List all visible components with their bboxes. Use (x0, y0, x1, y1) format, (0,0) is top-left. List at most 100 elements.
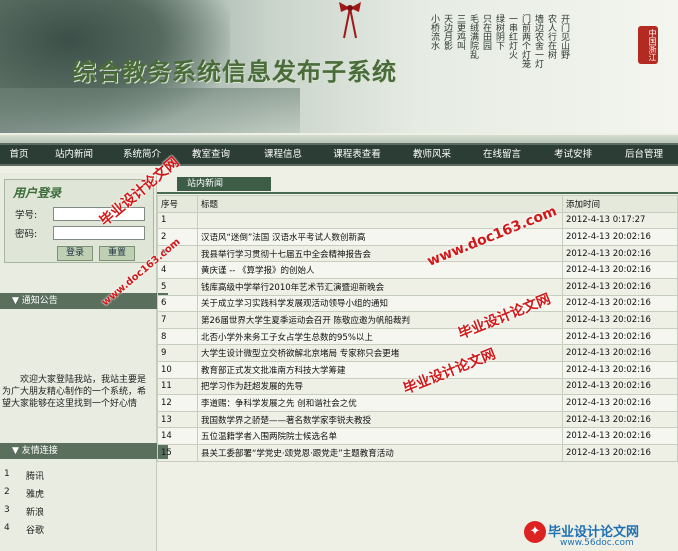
poem-line: 天边月影 (442, 14, 452, 50)
reset-button[interactable]: 重置 (99, 246, 135, 261)
table-row[interactable]: 7 第26届世界大学生夏季运动会召开 陈敬应邀为帆船裁判 2012-4-13 20:… (157, 311, 678, 329)
password-input[interactable] (53, 226, 145, 240)
table-row[interactable]: 6 关于成立学习实践科学发展观活动领导小组的通知 2012-4-13 20:02:1… (157, 294, 678, 313)
notice-text: 欢迎大家登陆我站，我站主要是为广大朋友精心制作的一个系统，希望大家能够在这里找到… (2, 375, 147, 409)
nav-item-8[interactable]: 考试安排 (536, 145, 610, 164)
nav-item-4[interactable]: 课程信息 (248, 145, 318, 164)
site-logo-title: 综合教务系统信息发布子系统 (72, 57, 397, 86)
cell-no: 6 (157, 294, 198, 313)
banner-water (0, 88, 300, 133)
password-label: 密码: (15, 229, 38, 240)
poem-line: 墙边农舍一灯 (533, 14, 543, 68)
friend-link-name[interactable]: 谷歌 (26, 523, 44, 541)
cell-time: 2012-4-13 0:17:27 (562, 211, 678, 230)
poem-line: 只在田园 (481, 14, 491, 50)
notice-title: 通知公告 (21, 296, 58, 306)
poem-line: 门前两个灯笼 (520, 14, 530, 68)
left-sidebar: 用户登录 学号: 密码: 登录 重置 ▼ 通知公告 欢迎大家登陆我站，我站主要是… (0, 173, 168, 551)
friend-link-name[interactable]: 腾讯 (26, 469, 44, 487)
poem-line: 农人行在树 (546, 14, 556, 59)
main-nav: 首页 站内新闻 系统简介 教室查询 课程信息 课程表查看 教师风采 在线留言 考试安排 后台管理 (0, 143, 678, 166)
table-row[interactable]: 5 钱库高级中学举行2010年艺术节汇演暨迎新晚会 2012-4-13 20:02:… (157, 277, 678, 296)
cell-title[interactable]: 大学生设计微型立交桥欲解北京堵局 专家称只会更堵 (197, 344, 563, 362)
notice-header: ▼ 通知公告 (0, 293, 168, 309)
cell-title[interactable]: 我国数学界之骄楚——著名数学家李锐夫教授 (197, 410, 563, 429)
friend-link-item[interactable]: 2 雅虎 (4, 487, 44, 505)
table-row[interactable]: 12 李道赐：争科学发展之先 创和谐社会之优 2012-4-13 20:02:16 (157, 394, 678, 412)
cell-title[interactable]: 黄庆谨 -- 《算学报》的创始人 (197, 261, 563, 279)
cell-title[interactable]: 把学习作为赶超发展的先导 (197, 377, 563, 396)
cell-time: 2012-4-13 20:02:16 (562, 443, 678, 462)
banner-poem: 开门见山野 农人行在树 墙边农舍一灯 门前两个灯笼 一串红灯火 绿树阴下 只在田园 毛绒满院乱… (428, 14, 569, 68)
cell-time: 2012-4-13 20:02:16 (562, 228, 678, 246)
tab-underline (157, 192, 678, 194)
cell-title[interactable]: 李道赐：争科学发展之先 创和谐社会之优 (197, 394, 563, 412)
cell-time: 2012-4-13 20:02:16 (562, 410, 678, 429)
nav-item-6[interactable]: 教师风采 (396, 145, 468, 164)
nav-item-0[interactable]: 首页 (0, 145, 38, 164)
nav-item-9[interactable]: 后台管理 (610, 145, 678, 164)
cell-title[interactable]: 钱库高级中学举行2010年艺术节汇演暨迎新晚会 (197, 277, 563, 296)
cell-title[interactable]: 五位温籍学者入围两院院士候选名单 (197, 427, 563, 445)
cell-no: 12 (157, 394, 198, 412)
links-header: ▼ 友情连接 (0, 443, 168, 459)
cell-no: 11 (157, 377, 198, 396)
tab-site-news[interactable]: 站内新闻 (177, 177, 271, 191)
cell-time: 2012-4-13 20:02:16 (562, 427, 678, 445)
links-title: 友情连接 (21, 446, 58, 456)
cell-time: 2012-4-13 20:02:16 (562, 311, 678, 329)
cell-no: 15 (157, 443, 198, 462)
table-row[interactable]: 14 五位温籍学者入围两院院士候选名单 2012-4-13 20:02:16 (157, 427, 678, 445)
table-row[interactable]: 13 我国数学界之骄楚——著名数学家李锐夫教授 2012-4-13 20:02:16 (157, 410, 678, 429)
table-row[interactable]: 15 县关工委部署“学党史·颂党恩·跟党走”主题教育活动 2012-4-13 20:… (157, 443, 678, 462)
news-panel: 站内新闻 序号 标题 添加时间 1 2012-4-13 0:17:27 2 汉语风“迷… (157, 173, 678, 551)
logo-glyph-icon: ✦ (524, 521, 546, 543)
cell-no: 4 (157, 261, 198, 279)
cell-title[interactable]: 教育部正式发文批准南方科技大学筹建 (197, 360, 563, 379)
cell-no: 14 (157, 427, 198, 445)
nav-item-7[interactable]: 在线留言 (468, 145, 536, 164)
table-row[interactable]: 9 大学生设计微型立交桥欲解北京堵局 专家称只会更堵 2012-4-13 20:02… (157, 344, 678, 362)
friend-link-name[interactable]: 雅虎 (26, 487, 44, 505)
triangle-down-icon: ▼ (12, 296, 19, 306)
header-banner: 综合教务系统信息发布子系统 开门见山野 农人行在树 墙边农舍一灯 门前两个灯笼 一串红灯… (0, 0, 678, 133)
cell-title[interactable]: 北否小学外来务工子女占学生总数的95%以上 (197, 327, 563, 346)
login-title: 用户登录 (13, 186, 62, 200)
table-row[interactable]: 2 汉语风“迷倒”法国 汉语水平考试人数创新高 2012-4-13 20:02:16 (157, 228, 678, 246)
friend-link-item[interactable]: 3 新浪 (4, 505, 44, 523)
banner-divider-strip (0, 135, 678, 143)
bottom-watermark-logo: ✦ 毕业设计论文网 www.56doc.com (520, 519, 675, 549)
friend-link-number: 2 (4, 487, 10, 497)
cell-title[interactable]: 我县举行学习贯彻十七届五中全会精神报告会 (197, 244, 563, 263)
poem-line: 三更鸡叫 (455, 14, 465, 50)
friend-link-item[interactable]: 4 谷歌 (4, 523, 44, 541)
table-row[interactable]: 1 2012-4-13 0:17:27 (157, 211, 678, 230)
poem-line: 一串红灯火 (507, 14, 517, 59)
cell-time: 2012-4-13 20:02:16 (562, 327, 678, 346)
nav-item-3[interactable]: 教室查询 (174, 145, 248, 164)
friend-link-number: 3 (4, 505, 10, 515)
login-button[interactable]: 登录 (57, 246, 93, 261)
col-header-title: 标题 (197, 195, 563, 213)
friend-links-list: 1 腾讯 2 雅虎 3 新浪 4 谷歌 (4, 469, 44, 541)
bottom-watermark-url: www.56doc.com (560, 538, 634, 548)
red-seal-stamp: 中国浙江 (638, 26, 658, 64)
news-table: 序号 标题 添加时间 1 2012-4-13 0:17:27 2 汉语风“迷倒”法国 … (157, 195, 678, 462)
table-row[interactable]: 8 北否小学外来务工子女占学生总数的95%以上 2012-4-13 20:02:16 (157, 327, 678, 346)
nav-item-1[interactable]: 站内新闻 (38, 145, 110, 164)
friend-link-number: 1 (4, 469, 10, 479)
student-id-label: 学号: (15, 210, 38, 221)
col-header-time: 添加时间 (562, 195, 678, 213)
friend-link-item[interactable]: 1 腾讯 (4, 469, 44, 487)
table-header-row: 序号 标题 添加时间 (157, 195, 678, 213)
table-row[interactable]: 3 我县举行学习贯彻十七届五中全会精神报告会 2012-4-13 20:02:16 (157, 244, 678, 263)
cell-time: 2012-4-13 20:02:16 (562, 277, 678, 296)
friend-link-name[interactable]: 新浪 (26, 505, 44, 523)
cell-no: 1 (157, 211, 198, 230)
cell-title[interactable]: 县关工委部署“学党史·颂党恩·跟党走”主题教育活动 (197, 443, 563, 462)
poem-line: 开门见山野 (559, 14, 569, 59)
nav-item-5[interactable]: 课程表查看 (318, 145, 396, 164)
table-row[interactable]: 4 黄庆谨 -- 《算学报》的创始人 2012-4-13 20:02:16 (157, 261, 678, 279)
col-header-no: 序号 (157, 195, 198, 213)
cell-no: 7 (157, 311, 198, 329)
